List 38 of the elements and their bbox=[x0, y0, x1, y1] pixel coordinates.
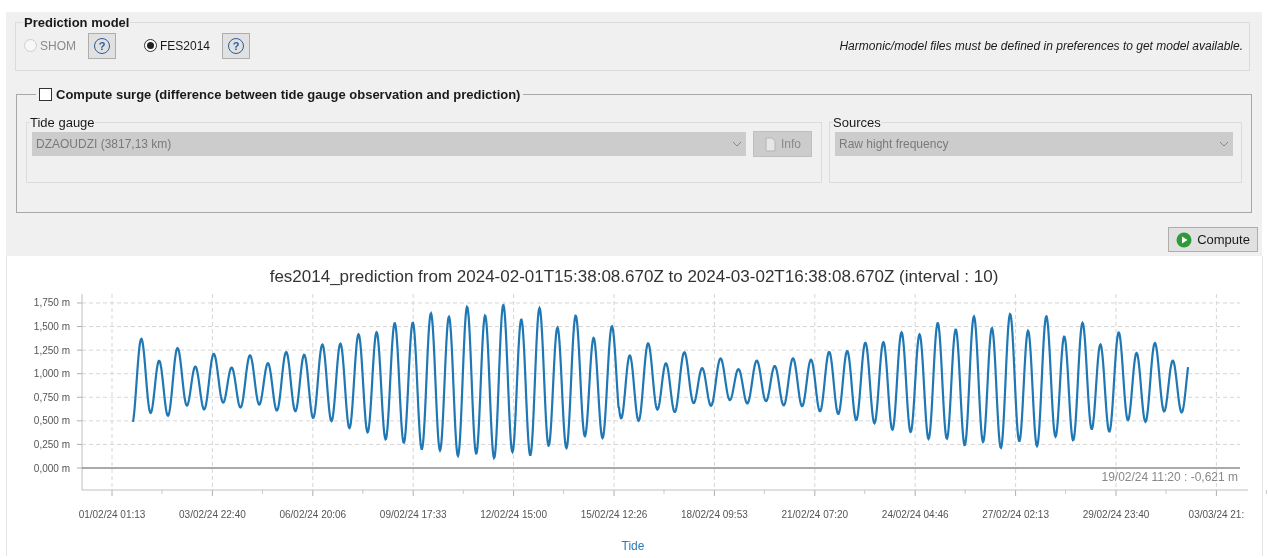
axis-label: 29/02/24 23:40 bbox=[1082, 509, 1150, 520]
group-title: Sources bbox=[833, 113, 881, 132]
compute-button[interactable]: Compute bbox=[1168, 227, 1258, 252]
axis-label: 0,250 m bbox=[33, 438, 70, 450]
axis-label: 1,000 m bbox=[33, 368, 70, 380]
help-button[interactable]: ? bbox=[222, 32, 251, 59]
group-title: Prediction model bbox=[23, 14, 131, 32]
axis-label: 21/02/24 07:20 bbox=[781, 509, 849, 520]
axis-label: 18/02/24 09:53 bbox=[681, 509, 748, 520]
radio-label: FES2014 bbox=[160, 37, 211, 55]
checkbox-label: Compute surge (difference between tide gauge observation and prediction) bbox=[56, 86, 521, 104]
radio-button[interactable] bbox=[144, 39, 157, 52]
document-icon bbox=[764, 136, 777, 152]
checkbox[interactable] bbox=[39, 88, 52, 102]
axis-label: 12/02/24 15:00 bbox=[480, 509, 547, 520]
note-text: Harmonic/model files must be defined in preferences to get model available. bbox=[839, 37, 1243, 55]
axis-label: 0,750 m bbox=[33, 391, 70, 403]
axis-label: 27/02/24 02:13 bbox=[982, 509, 1049, 520]
chevron-down-icon bbox=[1219, 141, 1229, 147]
axis-label: 1,750 m bbox=[33, 297, 70, 309]
cursor-readout: 19/02/24 11:20 : -0,621 m bbox=[1101, 470, 1238, 484]
chart-title: fes2014_prediction from 2024-02-01T15:38:08.670Z to 2024-03-02T16:38:08.670Z (interval : 10) bbox=[269, 267, 999, 286]
axis-label: 09/02/24 17:33 bbox=[379, 509, 447, 520]
axis-label: 01/02/24 01:13 bbox=[78, 509, 146, 520]
play-icon bbox=[1176, 231, 1193, 248]
axis-label: 03/02/24 22:40 bbox=[179, 509, 246, 520]
radio-label: SHOM bbox=[40, 37, 76, 55]
axis-label: 1,250 m bbox=[33, 344, 70, 356]
group-title: Tide gauge bbox=[30, 113, 95, 132]
chevron-down-icon bbox=[732, 141, 742, 147]
axis-label: 0,000 m bbox=[33, 462, 70, 474]
axis-label: 24/02/24 04:46 bbox=[881, 509, 949, 520]
axis-title: Tide bbox=[621, 539, 645, 553]
axis-label: 0,500 m bbox=[33, 415, 70, 427]
axis-label: 06/02/24 20:06 bbox=[279, 509, 347, 520]
axis-label: 15/02/24 12:26 bbox=[580, 509, 648, 520]
axis-label: 03/03/24 21: bbox=[1188, 509, 1245, 520]
axis-label: 1,500 m bbox=[33, 321, 70, 333]
